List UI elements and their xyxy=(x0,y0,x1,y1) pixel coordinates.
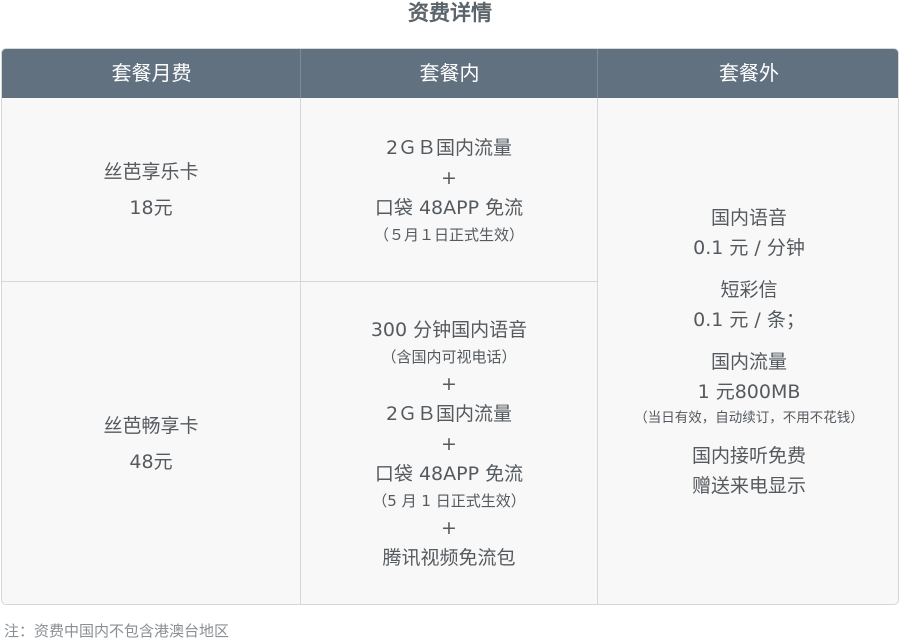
header-monthly-fee: 套餐月费 xyxy=(111,61,192,85)
footnote: 注：资费中国内不包含港澳台地区 xyxy=(4,622,230,640)
plus-sign: + xyxy=(441,433,457,455)
caller-id: 赠送来电显示 xyxy=(691,475,806,497)
included-note: （含国内可视电话） xyxy=(381,348,517,366)
plus-sign: + xyxy=(441,373,457,395)
included-cell-row1: 2ＧＢ国内流量 + 口袋 48APP 免流 （５月１日正式生效） xyxy=(301,98,597,281)
header-divider xyxy=(597,49,598,98)
included-note: （5 月 1 日正式生效） xyxy=(372,492,526,510)
data-note: （当日有效，自动续订，不用不花钱） xyxy=(634,410,864,426)
included-item: 口袋 48APP 免流 xyxy=(374,463,524,485)
plus-sign: + xyxy=(441,517,457,539)
plan-cell-row2: 丝芭畅享卡 48元 xyxy=(2,282,300,604)
free-answer: 国内接听免费 xyxy=(691,445,806,467)
included-item: 2ＧＢ国内流量 xyxy=(385,136,513,159)
included-item: 2ＧＢ国内流量 xyxy=(385,403,513,425)
data-price: 1 元800MB xyxy=(697,381,801,403)
plan-name: 丝芭享乐卡 xyxy=(103,160,199,183)
plan-price: 18元 xyxy=(129,196,173,219)
header-included: 套餐内 xyxy=(419,61,480,85)
included-cell-row2: 300 分钟国内语音 （含国内可视电话） + 2ＧＢ国内流量 + 口袋 48AP… xyxy=(301,282,597,604)
tariff-table: 套餐月费 套餐内 套餐外 丝芭享乐卡 18元 2ＧＢ国内流量 + 口袋 48AP… xyxy=(1,48,899,605)
plan-price: 48元 xyxy=(129,451,173,473)
header-divider xyxy=(300,49,301,98)
included-item: 腾讯视频免流包 xyxy=(382,547,516,569)
plan-name: 丝芭畅享卡 xyxy=(103,415,199,437)
included-note: （５月１日正式生效） xyxy=(373,225,524,244)
sms-label: 短彩信 xyxy=(720,279,778,301)
voice-label: 国内语音 xyxy=(710,207,787,229)
plus-sign: + xyxy=(441,166,457,189)
voice-price: 0.1 元 / 分钟 xyxy=(693,237,805,259)
included-item: 口袋 48APP 免流 xyxy=(374,196,524,219)
header-extra: 套餐外 xyxy=(719,61,779,85)
sms-price: 0.1 元 / 条； xyxy=(693,309,805,331)
plan-cell-row1: 丝芭享乐卡 18元 xyxy=(2,98,300,281)
extra-cell: 国内语音 0.1 元 / 分钟 短彩信 0.1 元 / 条； 国内流量 1 元8… xyxy=(598,98,898,604)
included-item: 300 分钟国内语音 xyxy=(370,319,528,341)
data-label: 国内流量 xyxy=(710,351,787,373)
table-header: 套餐月费 套餐内 套餐外 xyxy=(2,49,898,98)
page-title: 资费详情 xyxy=(408,1,492,25)
